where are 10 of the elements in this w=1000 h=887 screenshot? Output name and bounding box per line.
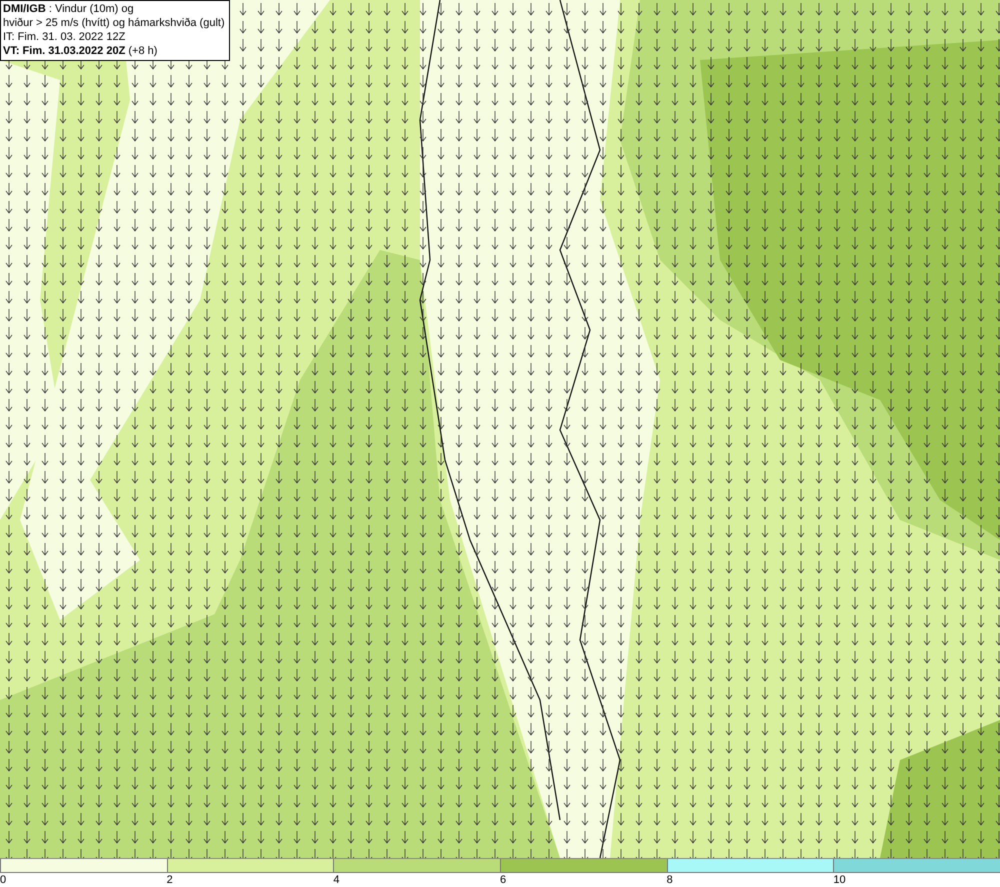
info-text: VT: Fim. 31.03.2022 20Z (+8 h) (3, 44, 158, 58)
info-text: DMI/IGB : Vindur (10m) og (3, 2, 135, 16)
info-text: hviður > 25 m/s (hvítt) og hámarkshviða (gult) (3, 16, 225, 30)
legend-label: 4 (333, 873, 340, 887)
legend-label: 6 (500, 873, 506, 887)
legend-label: 0 (0, 873, 6, 887)
legend-label: 8 (666, 873, 673, 887)
info-text: IT: Fim. 31. 03. 2022 12Z (3, 30, 126, 44)
legend-label: 2 (166, 873, 173, 887)
legend-label: 10 (833, 873, 846, 887)
